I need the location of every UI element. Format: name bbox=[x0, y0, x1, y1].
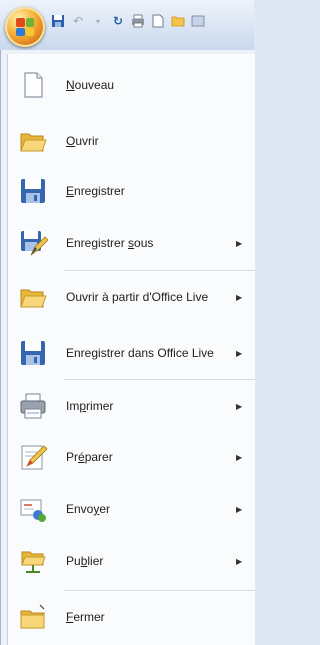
separator bbox=[64, 270, 255, 271]
menu-item-save-office-live[interactable]: Enregistrer dans Office Live ▶ bbox=[8, 330, 255, 376]
menu-item-label: Ouvrir bbox=[66, 134, 99, 148]
new-document-icon bbox=[24, 72, 43, 98]
menu-item-send[interactable]: Envoyer ▶ bbox=[8, 486, 255, 532]
prepare-document-icon bbox=[21, 445, 48, 470]
menu-item-label: Ouvrir à partir d'Office Live bbox=[66, 290, 209, 304]
save-icon[interactable] bbox=[50, 13, 66, 29]
submenu-arrow-icon: ▶ bbox=[236, 452, 243, 462]
print-icon[interactable] bbox=[130, 13, 146, 29]
open-folder-icon bbox=[20, 289, 47, 308]
quick-access-toolbar: ↶ ▾ ↻ bbox=[50, 10, 206, 32]
office-menu: Nouveau Ouvrir Enregistrer Enregistrer s… bbox=[7, 54, 255, 645]
submenu-arrow-icon: ▶ bbox=[236, 504, 243, 514]
submenu-arrow-icon: ▶ bbox=[236, 292, 243, 302]
separator bbox=[64, 590, 255, 591]
open-folder-icon bbox=[20, 133, 47, 152]
submenu-arrow-icon: ▶ bbox=[236, 348, 243, 358]
submenu-arrow-icon: ▶ bbox=[236, 401, 243, 411]
more-commands-icon[interactable] bbox=[190, 13, 206, 29]
menu-item-open-office-live[interactable]: Ouvrir à partir d'Office Live ▶ bbox=[8, 274, 255, 320]
menu-item-label: Envoyer bbox=[66, 502, 111, 516]
menu-item-label: Imprimer bbox=[66, 399, 114, 413]
dropdown-icon[interactable]: ▾ bbox=[90, 13, 106, 29]
menu-item-label: Préparer bbox=[66, 450, 113, 464]
menu-item-label: Enregistrer sous bbox=[66, 236, 154, 250]
publish-icon bbox=[21, 551, 46, 573]
menu-item-new[interactable]: Nouveau bbox=[8, 62, 255, 108]
save-icon bbox=[21, 179, 45, 203]
open-folder-icon[interactable] bbox=[170, 13, 186, 29]
menu-item-open[interactable]: Ouvrir bbox=[8, 118, 255, 164]
undo-icon[interactable]: ↶ bbox=[70, 13, 86, 29]
title-bar: ↶ ▾ ↻ bbox=[0, 0, 254, 50]
office-logo-icon bbox=[16, 18, 34, 36]
save-as-icon bbox=[21, 231, 48, 256]
menu-item-publish[interactable]: Publier ▶ bbox=[8, 538, 255, 584]
office-button[interactable] bbox=[5, 7, 45, 47]
send-icon bbox=[20, 499, 46, 522]
separator bbox=[64, 379, 255, 380]
menu-item-label: Fermer bbox=[66, 610, 105, 624]
menu-item-label: Nouveau bbox=[66, 78, 115, 92]
menu-item-close[interactable]: Fermer bbox=[8, 594, 255, 640]
menu-item-save[interactable]: Enregistrer bbox=[8, 168, 255, 214]
menu-item-save-as[interactable]: Enregistrer sous ▶ bbox=[8, 220, 255, 266]
submenu-arrow-icon: ▶ bbox=[236, 556, 243, 566]
menu-item-print[interactable]: Imprimer ▶ bbox=[8, 383, 255, 429]
menu-item-label: Enregistrer bbox=[66, 184, 125, 198]
menu-item-prepare[interactable]: Préparer ▶ bbox=[8, 434, 255, 480]
new-document-icon[interactable] bbox=[150, 13, 166, 29]
save-icon bbox=[21, 341, 45, 365]
menu-item-label: Enregistrer dans Office Live bbox=[66, 346, 214, 360]
redo-icon[interactable]: ↻ bbox=[110, 13, 126, 29]
close-folder-icon bbox=[20, 604, 45, 629]
submenu-arrow-icon: ▶ bbox=[236, 238, 243, 248]
printer-icon bbox=[20, 393, 46, 419]
menu-item-label: Publier bbox=[66, 554, 104, 568]
